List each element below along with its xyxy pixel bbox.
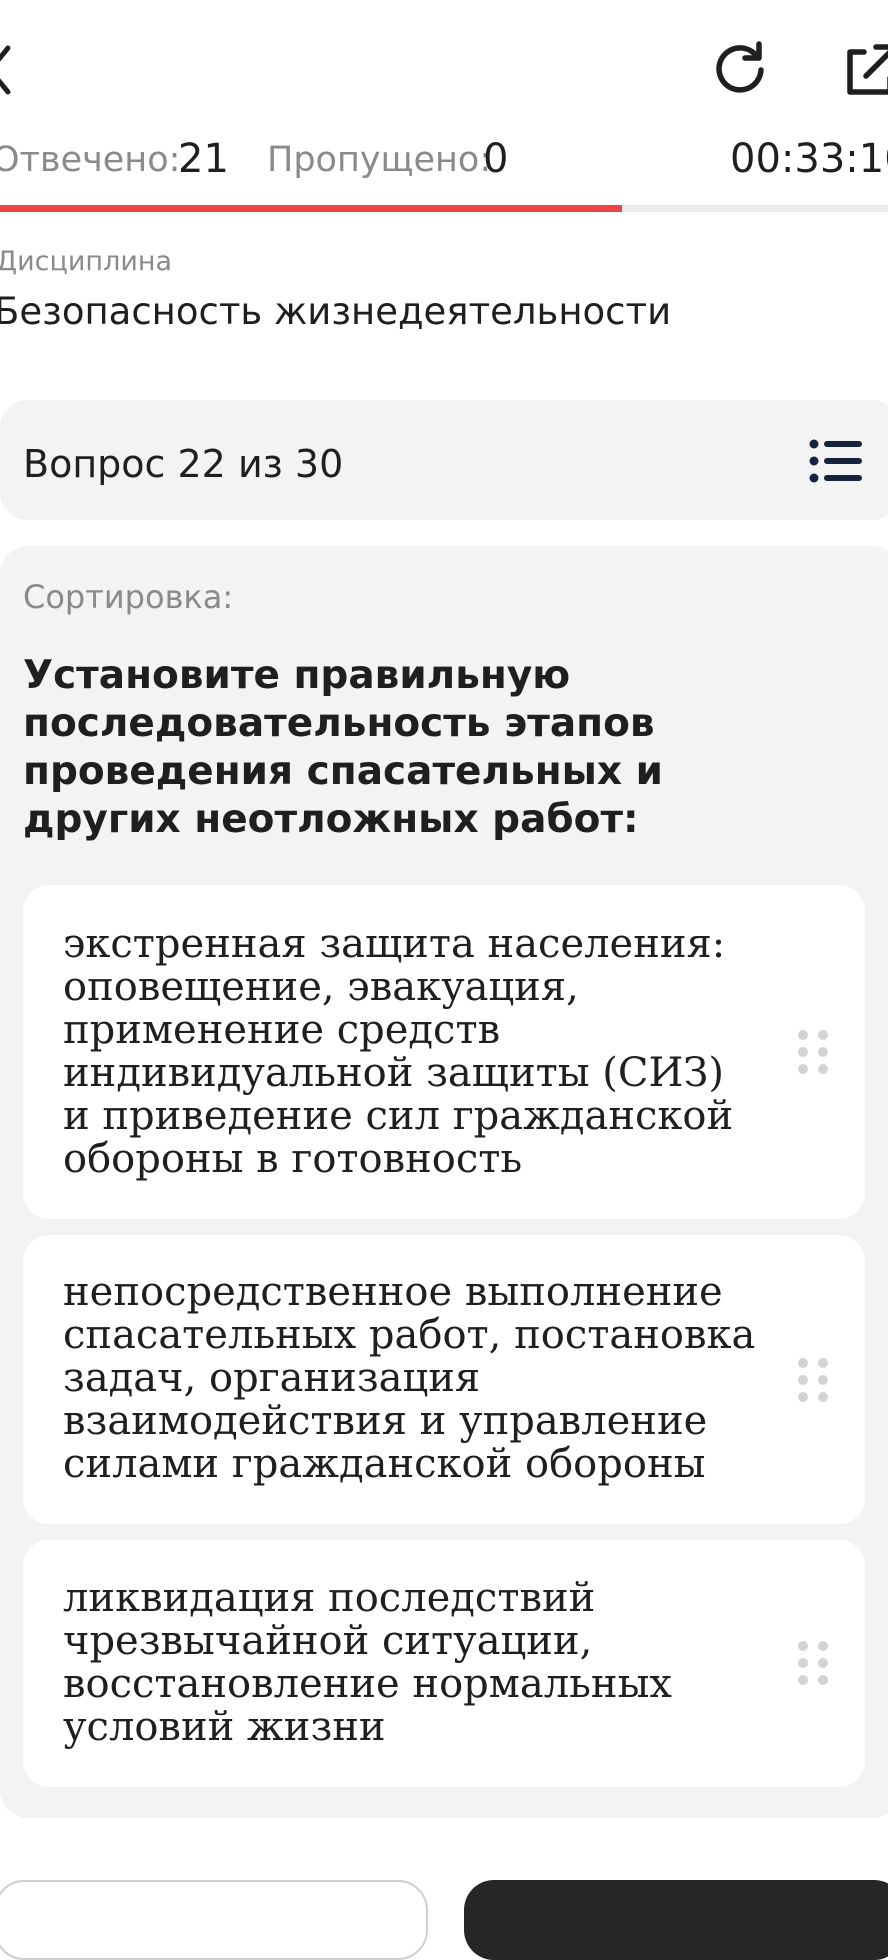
drag-handle-icon[interactable] — [793, 1638, 833, 1688]
next-button[interactable] — [464, 1880, 888, 1960]
sort-item-text: экстренная защита населения: оповещение,… — [63, 921, 734, 1182]
question-counter: Вопрос 22 из 30 — [23, 442, 344, 486]
answered-label: Отвечено: — [0, 140, 181, 180]
drag-handle-icon[interactable] — [793, 1355, 833, 1405]
refresh-icon[interactable] — [712, 40, 768, 96]
sort-item-text: ликвидация последствий чрезвычайной ситу… — [63, 1575, 672, 1750]
skipped-label: Пропущено: — [267, 140, 492, 180]
answered-count: 21 — [178, 136, 229, 182]
question-type: Сортировка: — [23, 578, 234, 616]
question-nav-bar[interactable]: Вопрос 22 из 30 — [0, 400, 888, 520]
progress-bar-fill — [0, 205, 622, 212]
sort-item[interactable]: экстренная защита населения: оповещение,… — [23, 885, 865, 1219]
previous-button[interactable] — [0, 1880, 428, 1960]
progress-bar — [0, 205, 888, 212]
sort-item-text: непосредственное выполнение спасательных… — [63, 1269, 756, 1487]
sort-item[interactable]: непосредственное выполнение спасательных… — [23, 1235, 865, 1524]
back-chevron-icon[interactable] — [0, 40, 16, 100]
timer: 00:33:10 — [730, 136, 888, 182]
discipline-label: Дисциплина — [0, 246, 173, 277]
sort-item[interactable]: ликвидация последствий чрезвычайной ситу… — [23, 1540, 865, 1787]
list-icon[interactable] — [808, 438, 864, 484]
discipline-name: Безопасность жизнедеятельности — [0, 290, 672, 333]
question-text: Установите правильную последовательность… — [23, 653, 663, 842]
drag-handle-icon[interactable] — [793, 1027, 833, 1077]
skipped-count: 0 — [483, 136, 509, 182]
share-icon[interactable] — [842, 42, 888, 98]
